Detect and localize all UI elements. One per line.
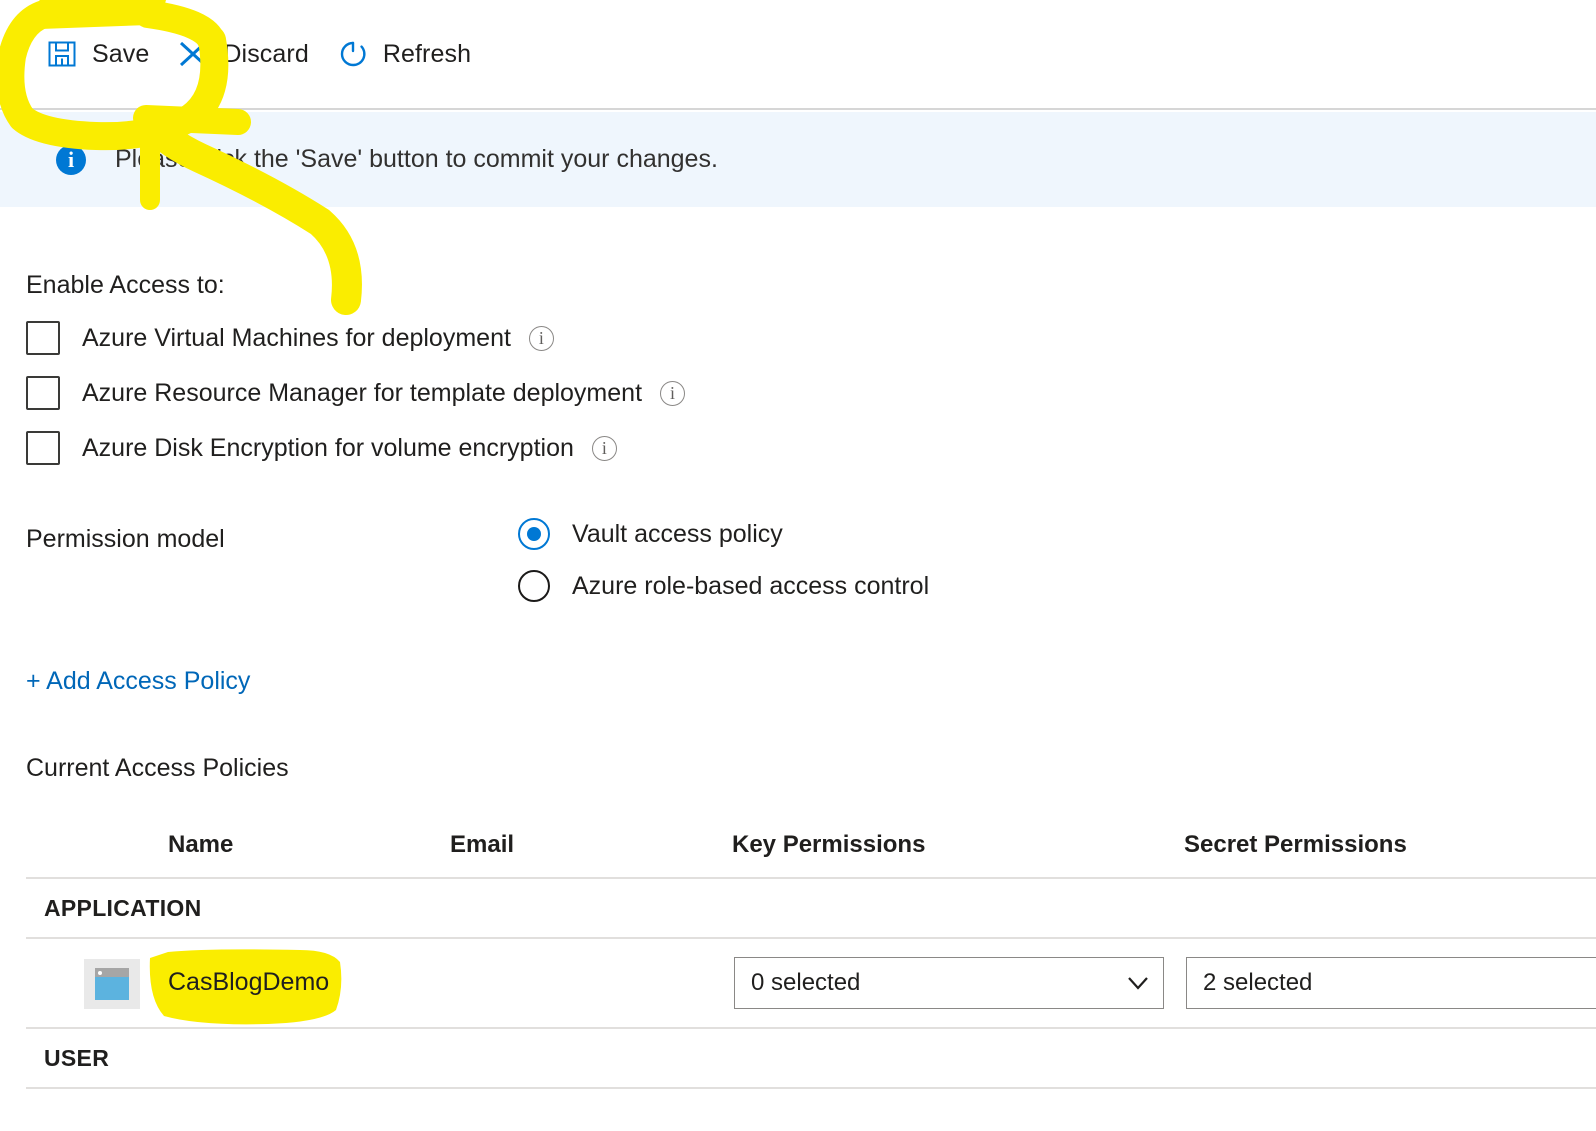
radio-vault-access-policy[interactable]: Vault access policy [518,518,783,550]
info-outline-icon[interactable]: i [660,380,686,406]
checkbox-label: Azure Resource Manager for template depl… [82,378,643,407]
discard-button-label: Discard [223,39,309,68]
permission-model-label: Permission model [26,525,225,553]
checkbox-label: Azure Virtual Machines for deployment [82,323,511,352]
save-button-label: Save [92,39,150,68]
save-floppy-icon [46,38,78,70]
radio-label: Azure role-based access control [572,571,930,600]
policy-principal-name: CasBlogDemo [168,968,330,996]
radio-indicator[interactable] [518,570,550,602]
checkbox-box[interactable] [26,431,60,465]
column-header-key-permissions: Key Permissions [732,831,926,858]
checkbox-label: Azure Disk Encryption for volume encrypt… [82,433,574,462]
current-access-policies-heading: Current Access Policies [26,754,289,782]
table-header-row: Name Email Key Permissions Secret Permis… [26,817,1596,879]
refresh-button[interactable]: Refresh [327,25,489,83]
radio-azure-rbac[interactable]: Azure role-based access control [518,570,929,602]
current-access-policies-table: Name Email Key Permissions Secret Permis… [26,817,1596,1089]
refresh-circular-arrow-icon [337,38,369,70]
checkbox-box[interactable] [26,376,60,410]
key-permissions-value: 0 selected [751,969,861,996]
column-header-secret-permissions: Secret Permissions [1184,831,1407,858]
info-banner-message: Please click the 'Save' button to commit… [115,145,718,173]
info-outline-icon[interactable]: i [528,325,554,351]
table-row: CasBlogDemo 0 selected 2 selected [26,939,1596,1029]
close-x-icon [177,38,209,70]
column-header-email: Email [450,831,515,858]
key-permissions-dropdown[interactable]: 0 selected [734,957,1164,1009]
discard-button[interactable]: Discard [167,25,326,83]
command-bar: Save Discard Refresh [0,0,1596,110]
application-window-icon [84,959,140,1009]
group-header-user: USER [26,1029,1596,1089]
radio-label: Vault access policy [572,519,783,548]
refresh-button-label: Refresh [382,39,472,68]
group-header-application: APPLICATION [26,879,1596,939]
save-button[interactable]: Save [36,25,167,83]
chevron-down-icon [1125,970,1151,996]
column-header-name: Name [168,831,234,858]
enable-access-label: Enable Access to: [26,271,225,299]
add-access-policy-link[interactable]: + Add Access Policy [26,667,250,696]
checkbox-azure-virtual-machines[interactable]: Azure Virtual Machines for deployment i [26,321,554,355]
info-circle-icon: i [56,144,86,175]
group-label: USER [44,1045,110,1071]
info-outline-icon[interactable]: i [591,435,617,461]
checkbox-azure-disk-encryption[interactable]: Azure Disk Encryption for volume encrypt… [26,431,617,465]
checkbox-azure-resource-manager[interactable]: Azure Resource Manager for template depl… [26,376,686,410]
secret-permissions-dropdown[interactable]: 2 selected [1186,957,1596,1009]
checkbox-box[interactable] [26,321,60,355]
info-banner: i Please click the 'Save' button to comm… [0,112,1596,207]
radio-indicator[interactable] [518,518,550,550]
secret-permissions-value: 2 selected [1203,969,1313,996]
group-label: APPLICATION [44,895,202,921]
